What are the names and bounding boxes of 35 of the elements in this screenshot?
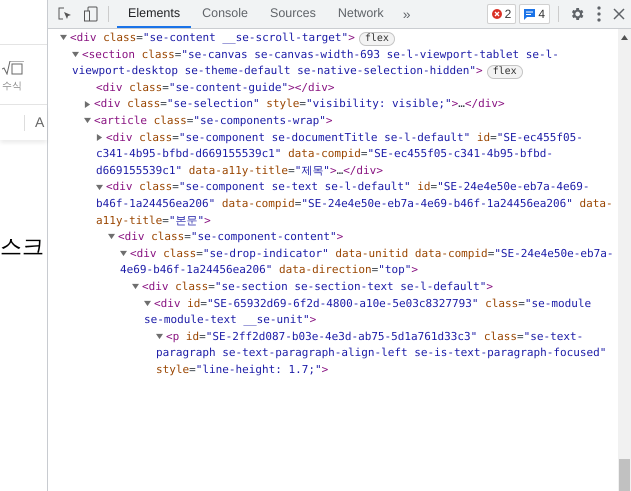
element-node[interactable]: <div class="se-component-content"> <box>108 229 614 246</box>
devtools-tab[interactable]: Network <box>326 0 395 28</box>
more-tabs-button[interactable]: » <box>394 0 418 28</box>
document-text: 스크 <box>0 234 44 259</box>
element-node[interactable]: <div class="se-selection" style="visibility: visible;">…</div> <box>84 96 614 113</box>
element-node[interactable]: <div class="se-drop-indicator" data-unitid data-compid="SE-24e4e50e-eb7a-4e69-b46f-1a24456ea206" data-direction="top"> <box>120 246 614 279</box>
element-node[interactable]: <div class="se-component se-text se-l-default" id="SE-24e4e50e-eb7a-4e69-b46f-1a24456ea206" data-compid="SE-24e4e50e-eb7a-4e69-b46f-1a24456ea206" data-a11y-title="본문"> <box>96 179 614 230</box>
errors-button[interactable]: 2 <box>486 4 516 24</box>
element-node[interactable]: <section class="se-canvas se-canvas-width-693 se-l-viewport-tablet se-l-viewport-desktop se-theme-default se-native-selection-hidden"> flex <box>72 46 614 80</box>
square-root-icon[interactable] <box>2 61 24 75</box>
element-node[interactable]: <div id="SE-65932d69-6f2d-4800-a10e-5e03c8327793" class="se-module se-module-text __se-unit"> <box>144 296 614 329</box>
more-options-icon[interactable] <box>597 6 601 22</box>
close-icon[interactable] <box>613 8 625 20</box>
devtools-tab[interactable]: Elements <box>117 0 192 28</box>
element-node[interactable]: <div class="se-content __se-scroll-target"> flex <box>60 30 614 47</box>
inspect-element-icon[interactable] <box>58 7 72 21</box>
devtools-tab[interactable]: Sources <box>258 0 327 28</box>
scrollbar-thumb[interactable] <box>619 459 630 491</box>
flex-badge[interactable]: flex <box>358 32 395 46</box>
scroll-up-arrow-icon[interactable] <box>621 35 628 40</box>
element-node[interactable]: <p id="SE-2ff2d087-b03e-4e3d-ab75-5d1a761d33c3" class="se-text-paragraph se-text-paragraph-align-left se-is-text-paragraph-focused" style="line-height: 1.7;"> <box>156 328 614 378</box>
toolbar-text[interactable]: A <box>35 112 44 133</box>
messages-button[interactable]: 4 <box>519 4 550 24</box>
devtools-tab[interactable]: Console <box>191 0 259 28</box>
element-node[interactable]: <div class="se-component se-documentTitle se-l-default" id="SE-ec455f05-c341-4b95-bfbd-d669155539c1" data-compid="SE-ec455f05-c341-4b95-bfbd-d669155539c1" data-a11y-title="제목">…</div> <box>96 130 614 180</box>
element-node[interactable]: <div class="se-section se-section-text se-l-default"> <box>132 278 614 296</box>
error-icon <box>492 9 502 19</box>
element-node[interactable]: <div class="se-content-guide"></div> <box>84 80 614 96</box>
scrollbar[interactable] <box>618 29 631 491</box>
settings-icon[interactable] <box>569 6 585 22</box>
element-node[interactable]: <article class="se-components-wrap"> <box>84 112 614 130</box>
flex-badge[interactable]: flex <box>486 65 523 80</box>
message-icon <box>524 8 536 20</box>
formula-label[interactable]: 수식 <box>2 79 22 94</box>
device-toolbar-icon[interactable] <box>84 6 98 22</box>
